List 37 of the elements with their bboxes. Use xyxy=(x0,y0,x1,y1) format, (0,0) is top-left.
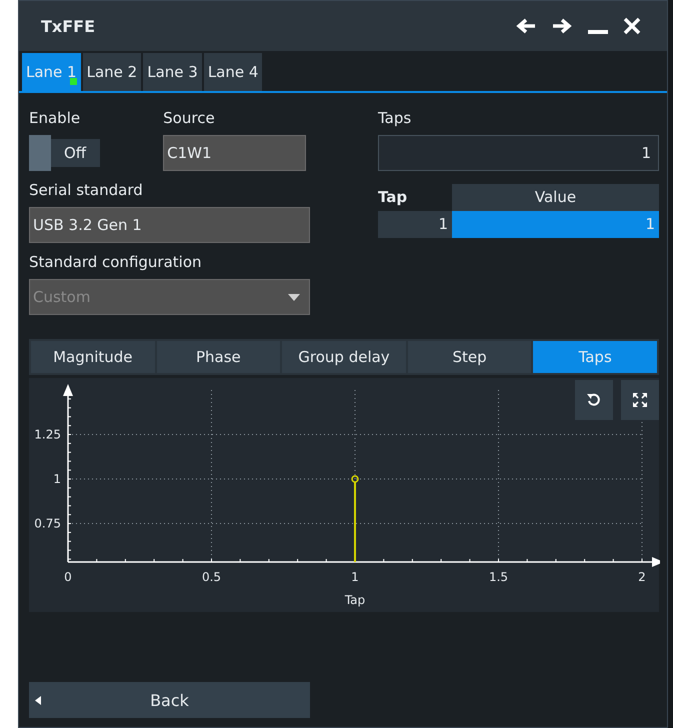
view-tab[interactable]: Magnitude xyxy=(31,341,155,373)
reset-icon xyxy=(586,392,602,408)
x-tick-label: 2 xyxy=(638,570,646,584)
x-tick-label: 0.5 xyxy=(202,570,222,584)
lane-tab[interactable]: Lane 3 xyxy=(143,53,202,91)
source-field[interactable]: C1W1 xyxy=(163,135,306,171)
fullscreen-icon xyxy=(632,392,648,408)
serial-standard-field[interactable]: USB 3.2 Gen 1 xyxy=(29,207,310,243)
left-caret-icon xyxy=(35,696,41,705)
taps-field[interactable]: 1 xyxy=(378,135,659,171)
field-label: Source xyxy=(163,109,216,127)
reset-button[interactable] xyxy=(575,380,613,420)
field-label: Standard configuration xyxy=(29,253,203,271)
x-tick-label: 1.5 xyxy=(488,570,508,584)
x-axis-title: Tap xyxy=(344,593,366,607)
field-label: Taps xyxy=(378,109,412,127)
column-header: Value xyxy=(452,184,659,211)
view-tab[interactable]: Phase xyxy=(156,341,280,373)
back-arrow-icon[interactable] xyxy=(515,17,537,35)
forward-arrow-icon[interactable] xyxy=(551,17,573,35)
view-tab[interactable]: Step xyxy=(408,341,532,373)
lane-tab[interactable]: Lane 2 xyxy=(82,53,142,91)
y-tick-label: 0.75 xyxy=(34,516,61,531)
fullscreen-button[interactable] xyxy=(621,380,659,420)
x-tick-label: 1 xyxy=(351,570,359,584)
y-tick-label: 1 xyxy=(53,472,61,486)
field-label: Enable xyxy=(29,109,82,127)
table-cell[interactable]: 1 xyxy=(378,211,452,238)
back-button[interactable]: Back xyxy=(29,682,310,718)
x-tick-label: 0 xyxy=(64,570,72,584)
view-tab[interactable]: Group delay xyxy=(282,341,406,373)
close-icon[interactable] xyxy=(623,17,641,35)
y-tick-label: 1.25 xyxy=(34,428,61,442)
dropdown-caret-icon xyxy=(288,294,300,300)
field-label: Serial standard xyxy=(29,181,144,199)
lane-tab[interactable]: Lane 4 xyxy=(204,53,262,91)
window-title: TxFFE xyxy=(41,16,96,36)
